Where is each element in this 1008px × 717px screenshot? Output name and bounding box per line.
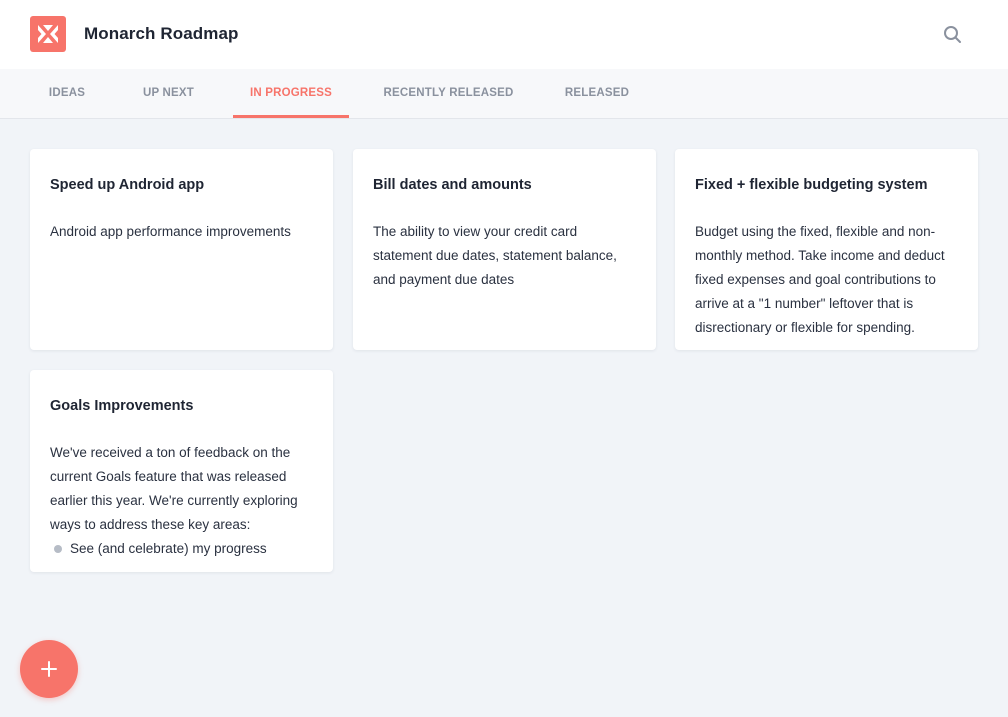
add-idea-button[interactable] <box>20 640 78 698</box>
monarch-logo-icon[interactable] <box>30 16 66 52</box>
search-icon[interactable] <box>940 22 964 46</box>
plus-icon <box>41 661 57 677</box>
card-bullet-item: See (and celebrate) my progress <box>50 537 313 561</box>
card-description: We've received a ton of feedback on the … <box>50 445 298 532</box>
card-description: Android app performance improvements <box>50 224 291 239</box>
tab-recently-released[interactable]: RECENTLY RELEASED <box>369 69 528 118</box>
tab-ideas[interactable]: IDEAS <box>30 69 104 118</box>
roadmap-card[interactable]: Speed up Android app Android app perform… <box>30 149 333 350</box>
roadmap-card[interactable]: Fixed + flexible budgeting system Budget… <box>675 149 978 350</box>
card-title: Goals Improvements <box>50 398 194 414</box>
card-bullet-text: See (and celebrate) my progress <box>70 541 267 556</box>
app-title: Monarch Roadmap <box>84 24 239 43</box>
card-title: Fixed + flexible budgeting system <box>695 177 928 193</box>
card-title: Speed up Android app <box>50 177 205 193</box>
bullet-dot-icon <box>54 545 62 553</box>
tab-released[interactable]: RELEASED <box>548 69 646 118</box>
tab-in-progress[interactable]: IN PROGRESS <box>233 69 349 118</box>
card-description: The ability to view your credit card sta… <box>373 224 617 287</box>
card-title: Bill dates and amounts <box>373 177 532 193</box>
roadmap-card[interactable]: Bill dates and amounts The ability to vi… <box>353 149 656 350</box>
tab-up-next[interactable]: UP NEXT <box>124 69 213 118</box>
card-description: Budget using the fixed, flexible and non… <box>695 224 945 335</box>
app-header: Monarch Roadmap <box>0 0 1008 69</box>
roadmap-tabs: IDEAS UP NEXT IN PROGRESS RECENTLY RELEA… <box>0 69 1008 119</box>
roadmap-card[interactable]: Goals Improvements We've received a ton … <box>30 370 333 572</box>
